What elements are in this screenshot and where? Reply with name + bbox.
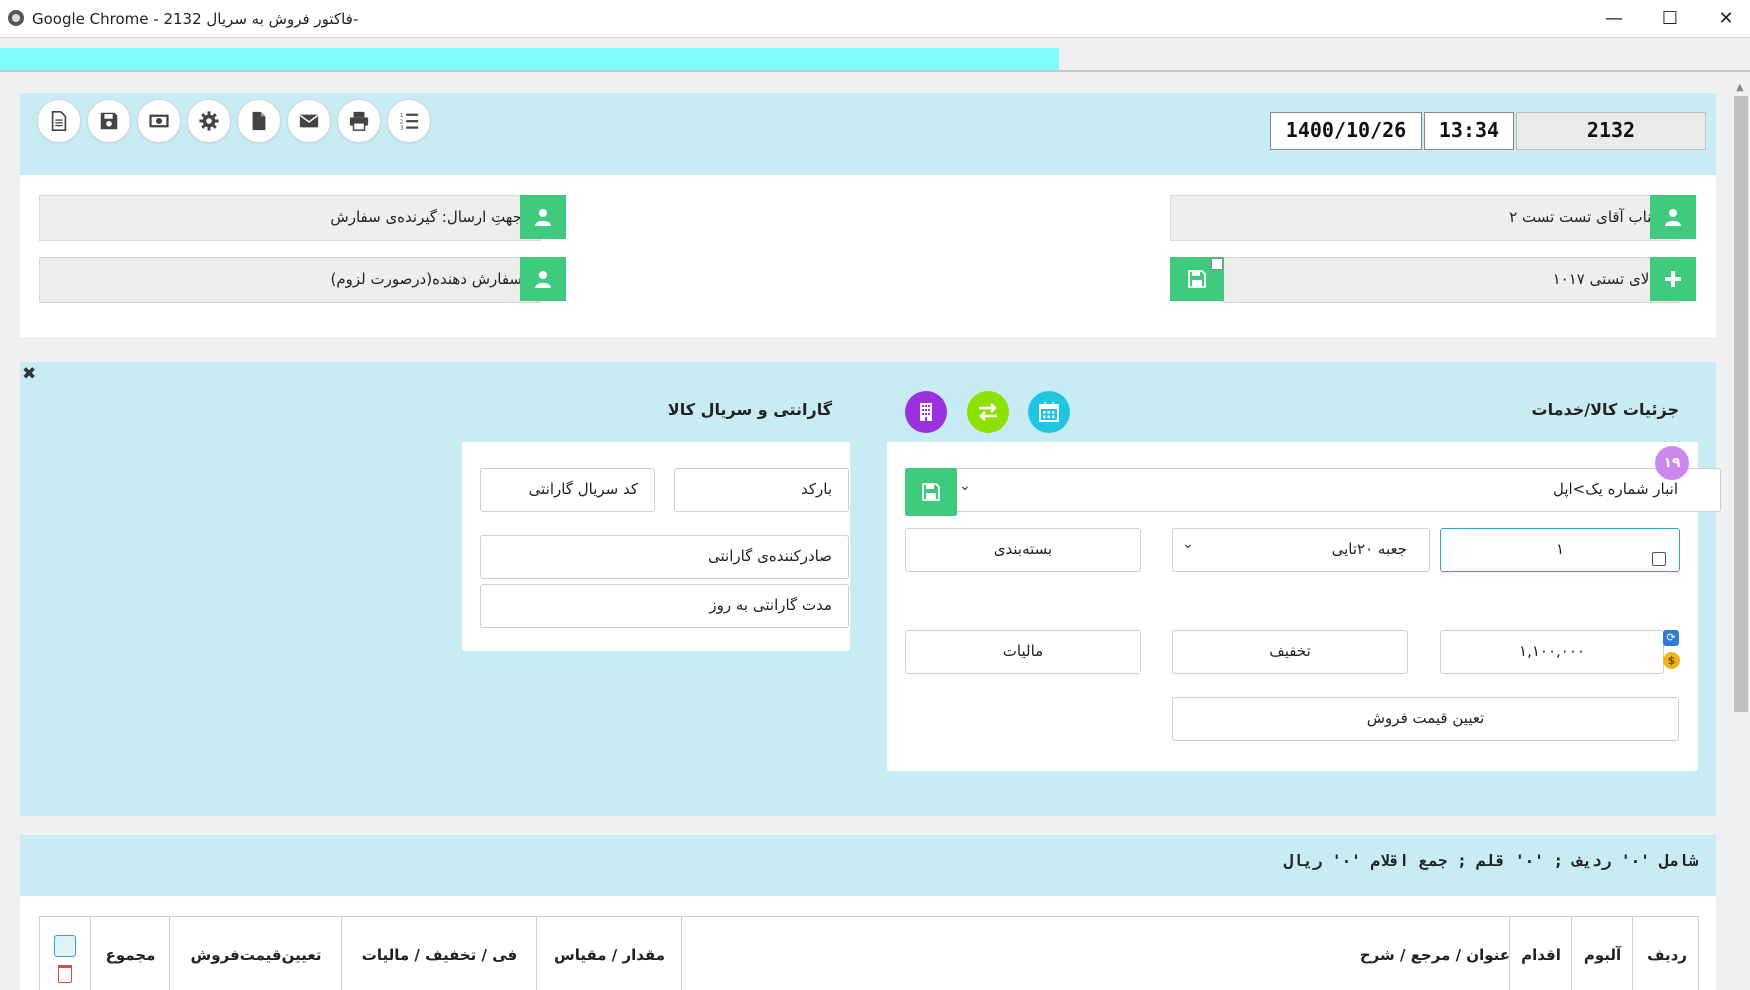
save-warehouse-icon[interactable]: [905, 468, 957, 516]
svg-text:2: 2: [400, 119, 404, 125]
close-window-button[interactable]: ✕: [1698, 0, 1750, 38]
items-table-header: ردیف آلبوم اقدام عنوان / مرجع / شرح مقدا…: [39, 916, 1699, 990]
document-icon[interactable]: [37, 99, 81, 143]
exchange-arrows-icon[interactable]: [967, 391, 1009, 433]
window-titlebar: Google Chrome - فاکتور فروش به سریال 213…: [0, 0, 1750, 38]
invoice-number: 2132: [1516, 112, 1706, 150]
print-icon[interactable]: [337, 99, 381, 143]
item-count-badge: ۱۹: [1655, 446, 1689, 480]
svg-text:3: 3: [400, 126, 404, 132]
col-album: آلبوم: [1571, 917, 1633, 990]
close-details-icon[interactable]: ✖: [22, 364, 36, 384]
col-quantity-unit: مقدار / مقیاس: [536, 917, 682, 990]
save-icon[interactable]: [87, 99, 131, 143]
scroll-up-arrow-icon[interactable]: ▲: [1736, 82, 1744, 93]
settings-icon[interactable]: [187, 99, 231, 143]
loading-progress-track: [0, 38, 1750, 72]
product-details-card: جزئیات کالا/خدمات انبار شماره یک>اپل ⌄ ۱…: [887, 382, 1721, 771]
warehouse-chevron-down-icon[interactable]: ⌄: [959, 478, 971, 494]
minimize-button[interactable]: —: [1586, 0, 1642, 38]
email-icon[interactable]: [287, 99, 331, 143]
unit-chevron-down-icon[interactable]: ⌄: [1182, 536, 1194, 552]
loading-progress-fill: [0, 48, 1059, 70]
scrollbar-thumb[interactable]: [1734, 96, 1748, 712]
customer-field[interactable]: جناب آقای تست تست ۲: [1170, 195, 1680, 241]
col-price-discount-tax: فی / تخفیف / مالیات: [341, 917, 537, 990]
col-row: ردیف: [1632, 917, 1698, 990]
warranty-title: گارانتی و سریال کالا: [667, 400, 832, 419]
customer-user-icon[interactable]: [1650, 195, 1696, 239]
warranty-issuer-field[interactable]: صادرکننده‌ی گارانتی: [480, 535, 849, 579]
chrome-app-icon: [8, 10, 24, 26]
add-product-plus-icon[interactable]: [1650, 257, 1696, 301]
col-title-ref-desc: عنوان / مرجع / شرح: [681, 917, 1518, 990]
refresh-price-icon[interactable]: ⟳: [1663, 630, 1679, 646]
quantity-checkbox[interactable]: [1652, 552, 1666, 566]
product-checkbox[interactable]: [1211, 258, 1223, 270]
new-document-icon[interactable]: [237, 99, 281, 143]
building-icon[interactable]: [905, 391, 947, 433]
delete-trash-icon[interactable]: [58, 965, 72, 983]
warranty-duration-field[interactable]: مدت گارانتی به روز: [480, 584, 849, 628]
select-all-checkbox[interactable]: [54, 935, 76, 957]
warranty-serial-field[interactable]: کد سریال گارانتی: [480, 468, 655, 512]
col-select: [40, 917, 90, 990]
invoice-time: 13:34: [1424, 112, 1514, 150]
discount-field[interactable]: تخفیف: [1172, 630, 1408, 674]
window-title: Google Chrome - فاکتور فروش به سریال 213…: [32, 10, 359, 28]
price-field[interactable]: ۱,۱۰۰,۰۰۰: [1440, 630, 1664, 674]
product-details-title: جزئیات کالا/خدمات: [1531, 400, 1679, 419]
orderer-field[interactable]: سفارش دهنده(درصورت لزوم): [39, 257, 541, 303]
orderer-user-icon[interactable]: [520, 257, 566, 301]
product-field[interactable]: کالای تستی ۱۰۱۷: [1222, 257, 1680, 303]
list-numbered-icon[interactable]: 123: [387, 99, 431, 143]
warehouse-select[interactable]: انبار شماره یک>اپل: [955, 468, 1721, 512]
summary-text: شامل '۰' ردیف ; '۰' قلم ; جمع اقلام '۰' …: [1283, 851, 1698, 870]
money-icon[interactable]: [137, 99, 181, 143]
svg-text:1: 1: [400, 113, 404, 119]
invoice-date: 1400/10/26: [1270, 112, 1422, 150]
coin-icon[interactable]: $: [1663, 652, 1680, 669]
calendar-icon[interactable]: [1028, 391, 1070, 433]
col-action: اقدام: [1509, 917, 1572, 990]
ship-to-user-icon[interactable]: [520, 195, 566, 239]
maximize-button[interactable]: ☐: [1642, 0, 1698, 38]
col-total: مجموع: [90, 917, 170, 990]
packaging-field[interactable]: بسته‌بندی: [905, 528, 1141, 572]
unit-select[interactable]: جعبه ۲۰تایی: [1172, 528, 1430, 572]
tax-field[interactable]: مالیات: [905, 630, 1141, 674]
ship-to-field[interactable]: جهتِ ارسال: گیرنده‌ی سفارش: [39, 195, 541, 241]
barcode-field[interactable]: بارکد: [674, 468, 849, 512]
warranty-card: گارانتی و سریال کالا بارکد کد سریال گارا…: [462, 382, 850, 651]
col-set-sale-price: تعیین‌قیمت‌فروش: [169, 917, 342, 990]
quantity-input[interactable]: ۱: [1440, 528, 1680, 572]
set-sale-price-button[interactable]: تعیین قیمت فروش: [1172, 697, 1679, 741]
vertical-scrollbar[interactable]: ▲: [1732, 80, 1750, 990]
